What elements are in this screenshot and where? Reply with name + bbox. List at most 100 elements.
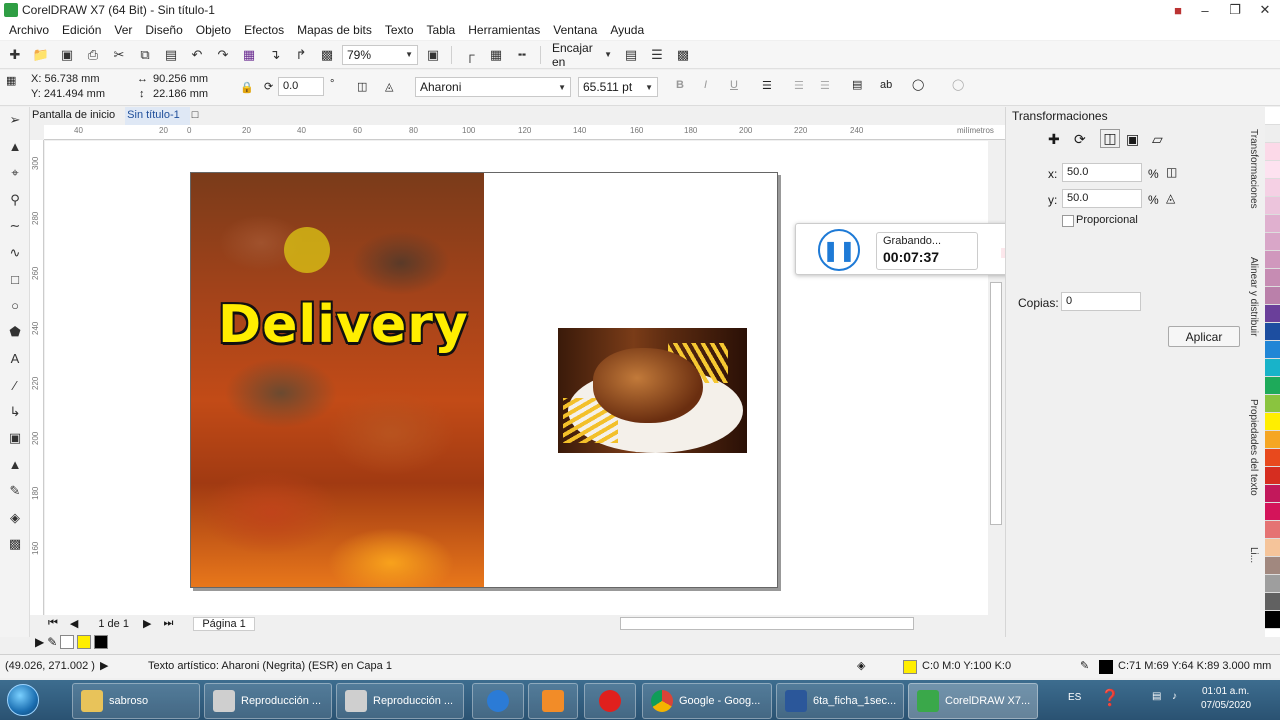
- tab-alinear-distribuir[interactable]: Alinear y distribuir: [1248, 257, 1259, 336]
- delivery-text[interactable]: Delivery: [218, 295, 469, 355]
- position-icon[interactable]: ✚: [1048, 131, 1060, 148]
- fill-color-swatch[interactable]: [903, 660, 917, 674]
- mirror-vertical-icon[interactable]: ◬: [385, 80, 393, 93]
- color-swatch[interactable]: [1265, 575, 1280, 593]
- interactive-fill-icon[interactable]: ◈: [0, 505, 30, 532]
- height-field[interactable]: 22.186 mm: [153, 88, 208, 100]
- polygon-tool-icon[interactable]: ⬟: [0, 319, 30, 346]
- background-photo[interactable]: [191, 173, 484, 587]
- copies-input[interactable]: 0: [1061, 292, 1141, 311]
- color-swatch[interactable]: [1265, 233, 1280, 251]
- rotate-icon[interactable]: ⟳: [1074, 131, 1086, 148]
- publish-pdf-icon[interactable]: ▩: [316, 44, 338, 66]
- menu-herramientas[interactable]: Herramientas: [463, 23, 548, 37]
- new-icon[interactable]: ✚: [4, 44, 26, 66]
- width-field[interactable]: 90.256 mm: [153, 73, 208, 85]
- text-tool-icon[interactable]: A: [0, 346, 30, 373]
- color-swatch[interactable]: [1265, 107, 1280, 125]
- taskbar-item-coreldraw[interactable]: CorelDRAW X7...: [908, 683, 1038, 719]
- pause-button[interactable]: ❚❚: [818, 229, 860, 271]
- taskbar-item-folder[interactable]: sabroso: [72, 683, 200, 719]
- taskbar-item-opera[interactable]: [584, 683, 636, 719]
- help-icon[interactable]: ❓: [1100, 688, 1120, 708]
- parallel-dimension-icon[interactable]: ∕: [0, 372, 30, 399]
- text-properties-icon[interactable]: ▤: [852, 78, 862, 91]
- mirror-horizontal-icon[interactable]: ◫: [1166, 165, 1177, 179]
- color-swatch[interactable]: [1265, 143, 1280, 161]
- new-tab-icon[interactable]: □: [190, 107, 209, 125]
- color-swatch[interactable]: [1265, 341, 1280, 359]
- color-swatch[interactable]: [1265, 431, 1280, 449]
- menu-texto[interactable]: Texto: [380, 23, 422, 37]
- menu-archivo[interactable]: Archivo: [4, 23, 57, 37]
- smart-fill-icon[interactable]: ▩: [0, 531, 30, 558]
- black-swatch[interactable]: [94, 635, 109, 649]
- drop-shadow-icon[interactable]: ▣: [0, 425, 30, 452]
- menu-ventana[interactable]: Ventana: [548, 23, 605, 37]
- color-swatch[interactable]: [1265, 593, 1280, 611]
- color-swatch[interactable]: [1265, 179, 1280, 197]
- color-swatch[interactable]: [1265, 323, 1280, 341]
- color-swatch[interactable]: [1265, 485, 1280, 503]
- menu-diseno[interactable]: Diseño: [140, 23, 190, 37]
- save-icon[interactable]: ▣: [56, 44, 78, 66]
- skew-icon[interactable]: ▱: [1152, 131, 1163, 148]
- menu-ver[interactable]: Ver: [109, 23, 140, 37]
- redo-icon[interactable]: ↷: [212, 44, 234, 66]
- close-button[interactable]: ✕: [1250, 0, 1280, 20]
- bold-icon[interactable]: B: [676, 79, 684, 91]
- color-swatch[interactable]: [1265, 359, 1280, 377]
- tab-home[interactable]: Pantalla de inicio: [30, 107, 125, 125]
- pick-tool-icon[interactable]: ➢: [0, 107, 30, 134]
- color-swatch[interactable]: [1265, 449, 1280, 467]
- taskbar-item-media[interactable]: [528, 683, 578, 719]
- taskbar-item-chrome[interactable]: Google - Goog...: [642, 683, 772, 719]
- scale-y-input[interactable]: 50.0: [1062, 189, 1142, 208]
- zoom-select[interactable]: 79% ▼: [342, 44, 418, 65]
- italic-icon[interactable]: I: [704, 79, 707, 91]
- chicken-photo[interactable]: [558, 328, 747, 453]
- scale-x-input[interactable]: 50.0: [1062, 163, 1142, 182]
- underline-icon[interactable]: U: [730, 79, 738, 91]
- rotation-field[interactable]: 0.0: [278, 77, 324, 96]
- opentype-icon[interactable]: ◯: [952, 78, 964, 91]
- tab-sin-titulo[interactable]: Sin título-1: [125, 107, 190, 125]
- edit-text-icon[interactable]: ab: [880, 79, 892, 91]
- search-content-icon[interactable]: ▦: [238, 44, 260, 66]
- application-launcher-icon[interactable]: ▩: [672, 44, 694, 66]
- taskbar-item-ie[interactable]: [472, 683, 524, 719]
- menu-efectos[interactable]: Efectos: [239, 23, 292, 37]
- yellow-swatch[interactable]: [77, 635, 92, 649]
- language-indicator[interactable]: ES: [1068, 692, 1081, 703]
- color-swatch[interactable]: [1265, 197, 1280, 215]
- size-icon[interactable]: ▣: [1126, 131, 1139, 148]
- drop-cap-icon[interactable]: ☰: [820, 79, 830, 92]
- welcome-screen-icon[interactable]: ▤: [620, 44, 642, 66]
- font-list[interactable]: Aharoni ▼: [415, 77, 571, 97]
- clock-time[interactable]: 01:01 a.m.: [1202, 686, 1249, 697]
- color-swatch[interactable]: [1265, 287, 1280, 305]
- color-swatch[interactable]: [1265, 215, 1280, 233]
- lock-ratio-icon[interactable]: 🔒: [240, 81, 254, 94]
- last-page-icon[interactable]: ⏭: [163, 617, 173, 630]
- proportional-checkbox[interactable]: [1062, 215, 1074, 227]
- taskbar-item-word[interactable]: 6ta_ficha_1sec...: [776, 683, 904, 719]
- y-position-field[interactable]: Y: 241.494 mm: [31, 88, 105, 100]
- cut-icon[interactable]: ✂: [108, 44, 130, 66]
- color-swatch[interactable]: [1265, 161, 1280, 179]
- taskbar-item-player-2[interactable]: Reproducción ...: [336, 683, 464, 719]
- color-swatch[interactable]: [1265, 557, 1280, 575]
- font-size-select[interactable]: 65.511 pt ▼: [578, 77, 658, 97]
- bullet-list-icon[interactable]: ☰: [794, 79, 804, 92]
- color-swatch[interactable]: [1265, 305, 1280, 323]
- eyedropper-icon[interactable]: ✎: [47, 635, 57, 649]
- first-page-icon[interactable]: ⏮: [48, 617, 58, 630]
- minimize-button[interactable]: –: [1190, 0, 1220, 20]
- menu-edicion[interactable]: Edición: [57, 23, 109, 37]
- mirror-horizontal-icon[interactable]: ◫: [357, 80, 367, 93]
- print-icon[interactable]: ⎙: [82, 44, 104, 66]
- shape-tool-icon[interactable]: ▲: [0, 134, 30, 161]
- connector-tool-icon[interactable]: ↳: [0, 399, 30, 426]
- color-swatch[interactable]: [1265, 503, 1280, 521]
- menu-ayuda[interactable]: Ayuda: [605, 23, 652, 37]
